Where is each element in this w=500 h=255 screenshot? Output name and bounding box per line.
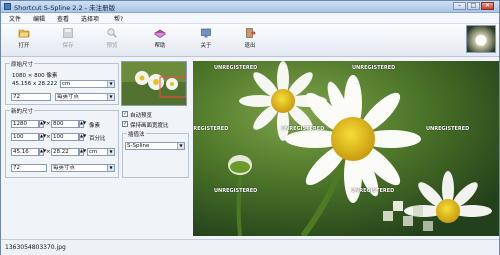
preview-button[interactable]: 预览 [97, 26, 127, 52]
save-button[interactable]: 保存 [53, 26, 83, 52]
folder-open-icon [18, 29, 30, 38]
about-button[interactable]: 关于 [191, 26, 221, 52]
new-size-legend: 新的尺寸 [10, 107, 35, 115]
open-label: 打开 [18, 43, 30, 49]
interpolation-group: 插值法 [122, 130, 189, 178]
original-unit-select[interactable]: cm ▼ [60, 80, 115, 88]
title-bar: Shortcut S-Spline 2.2 - 未注册版 – □ ✕ [1, 1, 499, 13]
status-bar: 1363054803370.jpg [1, 239, 499, 255]
app-logo [466, 25, 496, 53]
minimize-button[interactable]: – [453, 2, 466, 10]
interpolation-legend: 插值法 [127, 130, 146, 138]
save-label: 保存 [62, 43, 74, 49]
exit-label: 退出 [244, 43, 256, 49]
menu-options[interactable]: 选择项 [81, 14, 99, 23]
menu-bar: 文件 编辑 查看 选择项 帮? [1, 13, 499, 24]
unregistered-watermark: UNREGISTERED [352, 65, 396, 71]
menu-edit[interactable]: 编辑 [33, 14, 45, 23]
thumbnail-image [122, 62, 186, 105]
width-pixels-spinner[interactable]: ▲▼ [39, 120, 46, 128]
close-button[interactable]: ✕ [481, 2, 494, 10]
magnifier-icon [107, 28, 117, 38]
unregistered-watermark: UNREGISTERED [426, 126, 470, 132]
help-button[interactable]: 帮助 [145, 26, 175, 52]
menu-view[interactable]: 查看 [57, 14, 69, 23]
height-percent-spinner[interactable]: ▲▼ [79, 133, 86, 141]
new-dpi-unit-value: 每英寸点 [53, 165, 76, 171]
keep-ratio-label: 保持画面宽度比 [130, 123, 169, 129]
original-pixels: 1080 × 800 像素 [12, 73, 58, 79]
height-cm-spinner[interactable]: ▲▼ [79, 148, 86, 156]
window-title: Shortcut S-Spline 2.2 - 未注册版 [14, 4, 116, 12]
about-monitor-icon [201, 28, 211, 38]
image-preview[interactable]: UNREGISTERED UNREGISTERED UNREGISTERED U… [193, 61, 499, 236]
height-pixels-input[interactable]: 800 [51, 120, 79, 128]
original-dpi-unit-value: 每英寸点 [57, 94, 80, 100]
app-window: Shortcut S-Spline 2.2 - 未注册版 – □ ✕ 文件 编辑… [0, 0, 500, 255]
open-button[interactable]: 打开 [9, 26, 39, 52]
original-dpi-unit-select[interactable]: 每英寸点 ▼ [55, 93, 115, 101]
daisy-photo [193, 61, 499, 236]
auto-preview-label: 自动预览 [130, 113, 153, 119]
chevron-down-icon: ▼ [107, 81, 114, 87]
width-percent-spinner[interactable]: ▲▼ [39, 133, 46, 141]
interpolation-value: S-Spline [127, 143, 150, 149]
new-dpi-field[interactable]: 72 [11, 164, 47, 172]
times-sign: × [46, 121, 51, 127]
auto-preview-checkbox[interactable]: ✓ [122, 111, 128, 117]
height-pixels-spinner[interactable]: ▲▼ [79, 120, 86, 128]
height-cm-input[interactable]: 28.22 [51, 148, 79, 156]
chevron-down-icon: ▼ [177, 143, 184, 149]
new-unit-value: cm [89, 149, 98, 155]
width-pixels-input[interactable]: 1280 [11, 120, 39, 128]
chevron-down-icon: ▼ [107, 94, 114, 100]
help-book-icon [154, 29, 166, 38]
preview-label: 预览 [106, 43, 118, 49]
navigator-thumbnail[interactable] [121, 61, 187, 106]
maximize-button[interactable]: □ [467, 2, 480, 10]
help-label: 帮助 [154, 43, 166, 49]
percent-unit-label: 百分比 [89, 136, 106, 142]
chevron-down-icon: ▼ [107, 165, 114, 171]
exit-button[interactable]: 退出 [235, 26, 265, 52]
original-size-legend: 原始尺寸 [10, 60, 35, 68]
original-unit-value: cm [62, 81, 71, 87]
new-unit-select[interactable]: cm ▼ [87, 148, 115, 156]
about-label: 关于 [200, 43, 212, 49]
chevron-down-icon: ▼ [107, 149, 114, 155]
times-sign: × [46, 149, 51, 155]
pixel-unit-label: 像素 [89, 123, 101, 129]
unregistered-watermark: UNREGISTERED [281, 126, 325, 132]
status-filename: 1363054803370.jpg [5, 244, 66, 251]
menu-file[interactable]: 文件 [9, 14, 21, 23]
times-sign: × [46, 134, 51, 140]
unregistered-watermark: UNREGISTERED [351, 188, 395, 194]
exit-door-icon [246, 28, 256, 38]
unregistered-watermark: UNREGISTERED [193, 126, 229, 132]
original-dimensions: 45.156 x 28.222 [12, 81, 58, 87]
new-dpi-unit-select[interactable]: 每英寸点 ▼ [51, 164, 115, 172]
height-percent-input[interactable]: 100 [51, 133, 79, 141]
unregistered-watermark: UNREGISTERED [214, 188, 258, 194]
keep-ratio-checkbox[interactable]: ✓ [122, 121, 128, 127]
menu-help[interactable]: 帮? [114, 14, 123, 23]
width-cm-spinner[interactable]: ▲▼ [39, 148, 46, 156]
width-percent-input[interactable]: 100 [11, 133, 39, 141]
toolbar: 打开 保存 预览 帮助 关于 退出 [1, 24, 499, 57]
save-icon [63, 28, 73, 38]
interpolation-select[interactable]: S-Spline ▼ [125, 142, 185, 150]
unregistered-watermark: UNREGISTERED [214, 65, 258, 71]
original-dpi-field[interactable]: 72 [11, 93, 51, 101]
app-icon [4, 3, 11, 10]
width-cm-input[interactable]: 45.16 [11, 148, 39, 156]
